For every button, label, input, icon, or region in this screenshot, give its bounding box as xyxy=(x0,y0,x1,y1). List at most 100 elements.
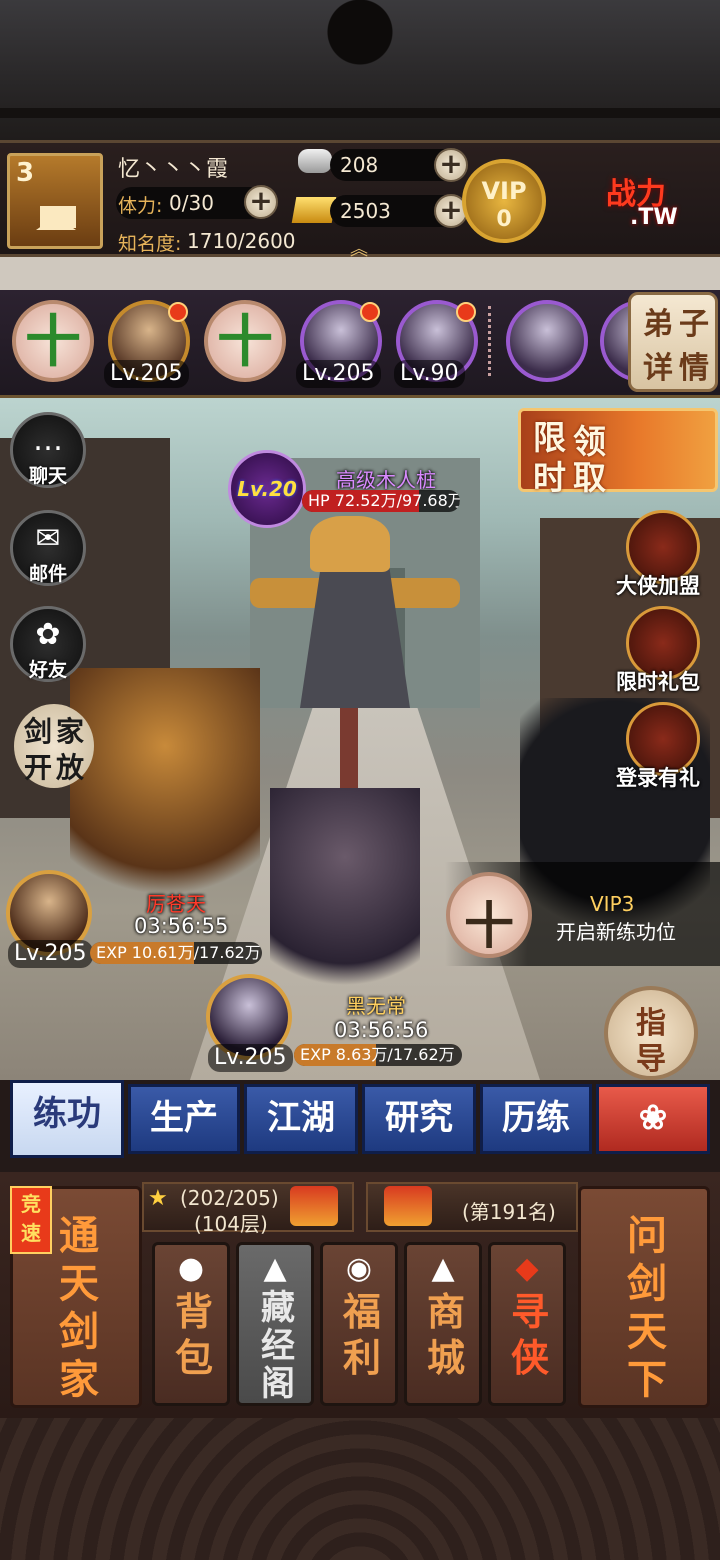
sword-open-char-2: 家 xyxy=(56,715,85,748)
mail-button[interactable]: ✉ 邮件 xyxy=(10,510,86,586)
welfare-label: 福利 xyxy=(342,1289,381,1380)
notification-dot xyxy=(360,302,380,322)
hero-row-separator xyxy=(488,306,492,376)
tab-practice[interactable]: 练功 xyxy=(10,1080,124,1158)
disciple-char-2: 子 xyxy=(679,307,709,342)
guide-button[interactable]: 指 导 xyxy=(604,986,698,1080)
shop-button[interactable]: ▲ 商城 xyxy=(404,1242,482,1406)
roof-ornament xyxy=(315,0,405,80)
boss-level-badge[interactable]: Lv.20 xyxy=(228,450,306,528)
mail-icon: ✉ xyxy=(35,521,61,556)
fame-value: 1710/2600 xyxy=(187,229,296,253)
login-reward-label: 登录有礼 xyxy=(616,766,700,790)
chat-icon: … xyxy=(33,423,63,458)
ranking-bar[interactable]: (第191名) xyxy=(366,1182,578,1232)
vip-label: VIP xyxy=(481,177,527,205)
stamina-label: 体力: xyxy=(118,195,163,217)
disciple-details-button[interactable]: 弟 子 详 情 xyxy=(628,292,718,392)
trainee-timer-1: 03:56:55 xyxy=(134,914,229,938)
scripture-pavilion-label: 藏经阁 xyxy=(261,1288,295,1404)
vip3-desc: 开启新练功位 xyxy=(556,920,676,944)
welfare-button[interactable]: ◉ 福利 xyxy=(320,1242,398,1406)
tower-progress-bar[interactable]: ★ (202/205) (104层) xyxy=(142,1182,354,1236)
tower-progress: (202/205) xyxy=(180,1186,279,1210)
tab-more-flower-icon[interactable]: ❀ xyxy=(596,1084,710,1154)
trainee-exp-bar-1: EXP 10.61万/17.62万 xyxy=(90,942,262,964)
add-icon: 十 xyxy=(217,310,273,375)
tab-production[interactable]: 生产 xyxy=(128,1084,240,1154)
add-hero-slot-2[interactable]: 十 xyxy=(204,300,286,382)
trainee-name-1: 厉苍天 xyxy=(146,892,206,916)
scripture-pavilion-button[interactable]: ▲ 藏经阁 xyxy=(236,1242,314,1406)
vip-badge[interactable]: VIP 0 xyxy=(462,159,546,243)
friends-button[interactable]: ✿ 好友 xyxy=(10,606,86,682)
shop-icon: ▲ xyxy=(431,1251,455,1286)
roof-header xyxy=(0,0,720,140)
trainee-level-2: Lv.205 xyxy=(208,1044,293,1072)
brand-logo: 战力 .TW xyxy=(590,163,700,243)
tab-jianghu[interactable]: 江湖 xyxy=(244,1084,358,1154)
chat-label: 聊天 xyxy=(28,465,67,487)
trainee-exp-bar-2: EXP 8.63万/17.62万 xyxy=(294,1044,462,1066)
backpack-button[interactable]: ● 背包 xyxy=(152,1242,230,1406)
bag-icon: ● xyxy=(177,1251,205,1286)
sword-house-open-button[interactable]: 剑 家 开 放 xyxy=(14,704,94,788)
stamina-plus-button[interactable]: + xyxy=(244,185,278,219)
notification-dot xyxy=(456,302,476,322)
hero-slot-swordsman[interactable] xyxy=(506,300,588,382)
tab-research[interactable]: 研究 xyxy=(362,1084,476,1154)
red-scroll-icon: ◆ xyxy=(515,1251,539,1286)
silver-plus-button[interactable]: + xyxy=(434,148,468,182)
trainee-level-1: Lv.205 xyxy=(8,940,93,968)
mail-label: 邮件 xyxy=(28,563,67,585)
floor-pattern xyxy=(0,1418,720,1560)
brand-line2: .TW xyxy=(630,205,678,230)
add-icon: 十 xyxy=(25,310,81,375)
hooded-assassin-figure xyxy=(270,788,420,1018)
trainee-timer-2: 03:56:56 xyxy=(334,1018,429,1042)
race-tag-char-2: 速 xyxy=(21,1221,41,1245)
sword-open-char-4: 放 xyxy=(56,751,85,784)
tab-experience[interactable]: 历练 xyxy=(480,1084,592,1154)
seek-hero-button[interactable]: ◆ 寻侠 xyxy=(488,1242,566,1406)
coin-box-icon: ◉ xyxy=(345,1251,373,1286)
notification-dot xyxy=(168,302,188,322)
ask-sword-char-4: 下 xyxy=(627,1356,667,1403)
guide-char-2: 导 xyxy=(636,1042,666,1077)
fame-label: 知名度: xyxy=(118,233,182,255)
gift-box-icon xyxy=(384,1186,432,1226)
roof-beam xyxy=(0,108,720,118)
limited-gift-label: 限时礼包 xyxy=(616,670,700,694)
vip3-unlock-button[interactable]: 十 xyxy=(446,872,532,958)
disciple-char-1: 弟 xyxy=(643,307,673,342)
ranking-text: (第191名) xyxy=(462,1200,556,1224)
race-tag: 竞 速 xyxy=(10,1186,52,1254)
backpack-label: 背包 xyxy=(174,1289,213,1380)
limited-time-claim-button[interactable]: 限 领 时 取 xyxy=(518,408,718,497)
hero-level-2: Lv.205 xyxy=(296,360,381,388)
hero-level-3: Lv.90 xyxy=(394,360,465,388)
limited-char-3: 时 xyxy=(533,458,566,497)
add-icon: 十 xyxy=(464,897,514,955)
silver-value: 208 xyxy=(340,153,379,177)
silver-icon xyxy=(298,149,332,173)
star-icon: ★ xyxy=(148,1186,168,1211)
hero-join-label: 大侠加盟 xyxy=(616,574,700,598)
trainee-exp-text-2: EXP 8.63万/17.62万 xyxy=(300,1045,455,1064)
gift-box-icon xyxy=(290,1186,338,1226)
chat-button[interactable]: … 聊天 xyxy=(10,412,86,488)
vip3-title: VIP3 xyxy=(590,892,635,916)
sword-open-char-1: 剑 xyxy=(24,715,53,748)
tab-bar: 练功 生产 江湖 研究 历练 ❀ xyxy=(0,1080,720,1172)
pavilion-icon: ▲ xyxy=(263,1251,287,1286)
vip-level: 0 xyxy=(496,207,512,232)
scarecrow-head xyxy=(310,516,390,572)
add-hero-slot-1[interactable]: 十 xyxy=(12,300,94,382)
trainee-exp-text-1: EXP 10.61万/17.62万 xyxy=(96,943,261,962)
player-avatar[interactable]: 3 xyxy=(7,153,103,249)
sword-open-char-3: 开 xyxy=(24,751,53,784)
race-tag-char-1: 竞 xyxy=(21,1192,41,1216)
boss-name: 高级木人桩 xyxy=(336,468,436,492)
boss-hp-text: HP 72.52万/97.68万 xyxy=(308,491,460,510)
ask-sword-world-button[interactable]: 问 剑 天 下 xyxy=(578,1186,710,1408)
